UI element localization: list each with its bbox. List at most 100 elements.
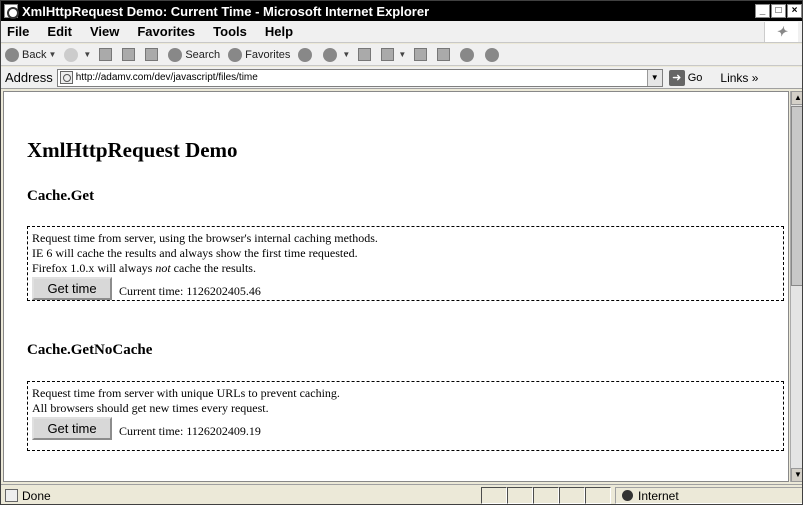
security-zone: Internet — [615, 487, 802, 504]
go-button[interactable]: ➜ Go — [668, 69, 703, 86]
maximize-icon[interactable]: □ — [771, 4, 786, 18]
history-button[interactable] — [298, 47, 315, 62]
print-button[interactable] — [358, 48, 373, 61]
back-label: Back — [22, 48, 47, 61]
status-panel — [507, 487, 533, 504]
standard-toolbar: Back ▼ ▼ Search Favorites ▼ ▼ — [1, 44, 802, 66]
address-bar: Address http://adamv.com/dev/javascript/… — [1, 67, 802, 89]
address-input[interactable]: http://adamv.com/dev/javascript/files/ti… — [56, 68, 663, 87]
back-button[interactable]: Back ▼ — [5, 47, 56, 62]
chevron-down-icon[interactable]: ▼ — [342, 50, 350, 59]
search-label: Search — [185, 48, 221, 61]
scroll-up-icon[interactable]: ▲ — [791, 91, 802, 105]
cache-get-box: Request time from server, using the brow… — [27, 226, 784, 301]
research-icon — [437, 48, 451, 61]
scrollbar-thumb[interactable] — [791, 106, 802, 286]
menu-tools[interactable]: Tools — [213, 24, 247, 39]
chevron-down-icon[interactable]: ▼ — [48, 50, 56, 59]
globe-icon — [622, 490, 633, 501]
mail-icon — [323, 47, 338, 62]
vertical-scrollbar[interactable]: ▲ ▼ — [790, 91, 802, 482]
status-panel — [481, 487, 507, 504]
discuss-button[interactable] — [414, 48, 429, 61]
menu-bar: File Edit View Favorites Tools Help ✦ — [1, 21, 802, 43]
description-text: cache the results. — [170, 261, 256, 275]
description-line: Request time from server, using the brow… — [32, 231, 378, 245]
search-button[interactable]: Search — [168, 47, 221, 62]
links-button[interactable]: Links » — [720, 71, 758, 85]
stop-icon — [99, 48, 113, 61]
status-text: Done — [22, 488, 51, 503]
back-arrow-icon — [5, 47, 19, 62]
description-line: Request time from server with unique URL… — [32, 386, 340, 400]
chevron-down-icon[interactable]: ▼ — [398, 50, 406, 59]
close-icon[interactable]: × — [787, 4, 802, 18]
menu-edit[interactable]: Edit — [47, 24, 72, 39]
scroll-down-icon[interactable]: ▼ — [791, 468, 802, 482]
contacts-button[interactable] — [485, 47, 502, 62]
status-panel — [559, 487, 585, 504]
research-button[interactable] — [437, 48, 452, 61]
history-icon — [298, 47, 313, 62]
minimize-icon[interactable]: _ — [755, 4, 770, 18]
favorites-label: Favorites — [245, 48, 291, 61]
forward-button[interactable]: ▼ — [64, 47, 91, 62]
emphasis-text: not — [155, 261, 171, 275]
favorites-button[interactable]: Favorites — [228, 47, 291, 62]
get-time-button[interactable]: Get time — [32, 417, 112, 440]
chevron-down-icon[interactable]: ▼ — [83, 50, 91, 59]
section-title: Cache.Get — [27, 188, 95, 204]
home-button[interactable] — [145, 48, 160, 61]
address-label: Address — [5, 70, 53, 85]
print-icon — [358, 48, 372, 61]
search-icon — [168, 47, 183, 62]
status-panel — [533, 487, 559, 504]
go-arrow-icon: ➜ — [668, 69, 685, 86]
current-time: Current time: 1126202409.19 — [119, 424, 261, 438]
menu-file[interactable]: File — [7, 24, 29, 39]
status-bar: Done Internet — [1, 484, 802, 504]
window-title: XmlHttpRequest Demo: Current Time - Micr… — [22, 3, 430, 19]
messenger-button[interactable] — [460, 47, 477, 62]
status-panels — [481, 487, 611, 504]
description-line: All browsers should get new times every … — [32, 401, 269, 415]
edit-icon — [381, 48, 395, 61]
page-status-icon — [5, 489, 18, 502]
edit-button[interactable]: ▼ — [381, 48, 406, 61]
go-label: Go — [687, 71, 703, 84]
button-row: Get time Current time: 1126202409.19 — [32, 416, 779, 440]
discuss-icon — [414, 48, 428, 61]
stop-button[interactable] — [99, 48, 114, 61]
refresh-icon — [122, 48, 136, 61]
page-content: XmlHttpRequest Demo Cache.Get Request ti… — [3, 91, 789, 482]
windows-logo-icon: ✦ — [764, 22, 798, 42]
button-row: Get time Current time: 1126202405.46 — [32, 276, 779, 300]
description-text: Firefox 1.0.x will always — [32, 261, 156, 275]
chevron-down-icon[interactable]: ▼ — [646, 69, 662, 86]
description-line: IE 6 will cache the results and always s… — [32, 246, 358, 260]
home-icon — [145, 48, 159, 61]
page-title: XmlHttpRequest Demo — [27, 138, 238, 162]
star-icon — [228, 47, 243, 62]
menu-favorites[interactable]: Favorites — [137, 24, 195, 39]
window-controls: _ □ × — [755, 4, 802, 18]
description-line: Firefox 1.0.x will always not cache the … — [32, 261, 779, 276]
refresh-button[interactable] — [122, 48, 137, 61]
get-time-button[interactable]: Get time — [32, 277, 112, 300]
cache-getnocache-box: Request time from server with unique URL… — [27, 381, 784, 451]
menu-help[interactable]: Help — [265, 24, 293, 39]
menu-view[interactable]: View — [90, 24, 119, 39]
mail-button[interactable]: ▼ — [323, 47, 350, 62]
status-panel — [585, 487, 611, 504]
title-bar: XmlHttpRequest Demo: Current Time - Micr… — [1, 1, 802, 21]
page-icon — [59, 71, 73, 84]
zone-label: Internet — [638, 488, 679, 503]
messenger-icon — [460, 47, 475, 62]
contacts-icon — [485, 47, 500, 62]
address-url[interactable]: http://adamv.com/dev/javascript/files/ti… — [76, 72, 258, 83]
forward-arrow-icon — [64, 47, 79, 62]
section-title: Cache.GetNoCache — [27, 342, 153, 358]
current-time: Current time: 1126202405.46 — [119, 284, 261, 298]
ie-logo-icon — [4, 4, 19, 19]
browser-window: XmlHttpRequest Demo: Current Time - Micr… — [0, 0, 803, 505]
